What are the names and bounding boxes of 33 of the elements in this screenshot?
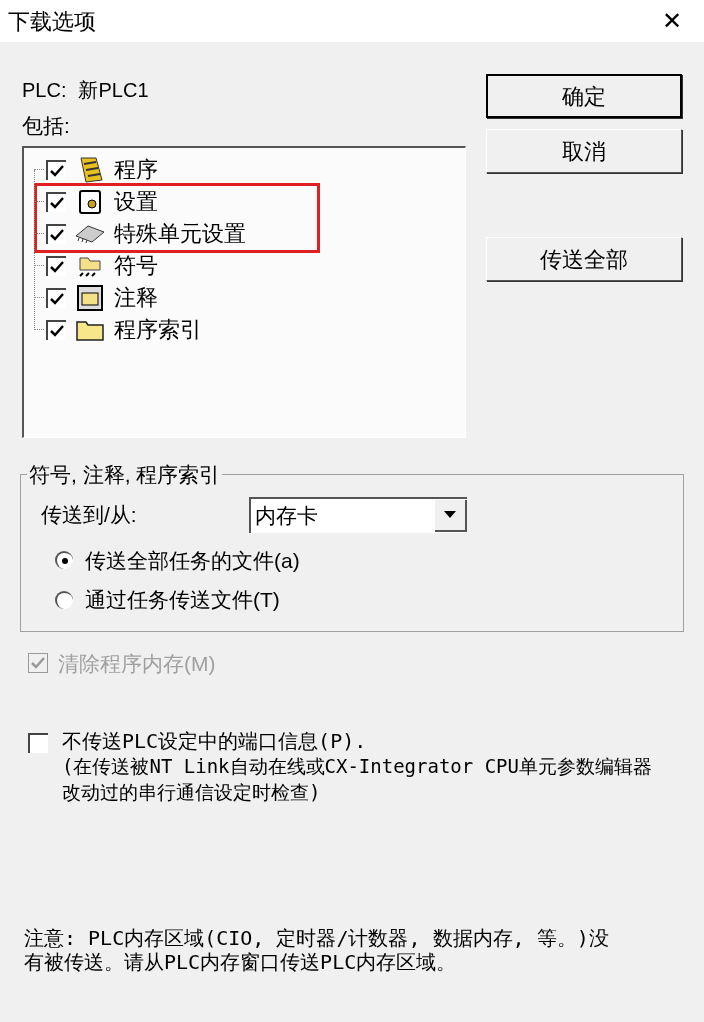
checkbox[interactable] [46, 223, 66, 244]
checkbox[interactable] [46, 287, 66, 308]
dropdown[interactable]: 内存卡 [249, 496, 467, 533]
dialog-button[interactable]: 取消 [486, 129, 682, 173]
transfer-label: 传送到/从: [41, 501, 138, 528]
close-button[interactable]: ✕ [654, 9, 690, 33]
radio-button[interactable] [55, 590, 73, 609]
tree-item-label[interactable]: 程序 [114, 153, 158, 186]
tree-item-label[interactable]: 设置 [114, 185, 158, 218]
plc-name: 新PLC1 [78, 78, 149, 103]
checkbox[interactable] [46, 159, 66, 180]
tree-item-label[interactable]: 注释 [114, 281, 158, 314]
checkbox[interactable] [28, 733, 48, 753]
window-title: 下载选项 [8, 7, 96, 36]
note-text: 注意: PLC内存区域(CIO, 定时器/计数器, 数据内存, 等。)没有被传送。请从PLC内存窗口传送PLC内存区域。 [24, 926, 610, 974]
checkbox[interactable] [46, 191, 66, 212]
dialog-button[interactable]: 确定 [486, 74, 682, 118]
dropdown-value: 内存卡 [254, 502, 318, 529]
tree-item-label[interactable]: 特殊单元设置 [114, 217, 246, 250]
checkbox[interactable] [46, 255, 66, 276]
include-label: 包括: [22, 113, 71, 139]
radio-label: 通过任务传送文件(T) [85, 587, 280, 613]
checkbox-label: 清除程序内存(M) [58, 650, 216, 677]
radio-label: 传送全部任务的文件(a) [85, 547, 300, 574]
note-text: (在传送被NT Link自动在线或CX-Integrator CPU单元参数编辑器改动过的串行通信设定时检查) [62, 754, 653, 805]
framed-folder-icon [74, 283, 106, 312]
dialog-button[interactable]: 传送全部 [486, 237, 682, 281]
checkbox-label: 不传送PLC设定中的端口信息(P). [62, 729, 368, 753]
tree-item-label[interactable]: 符号 [114, 249, 158, 282]
checkbox[interactable] [46, 319, 66, 340]
radio-button[interactable] [55, 551, 73, 570]
plc-label: PLC: [22, 78, 67, 103]
tree-item-label[interactable]: 程序索引 [114, 313, 202, 346]
